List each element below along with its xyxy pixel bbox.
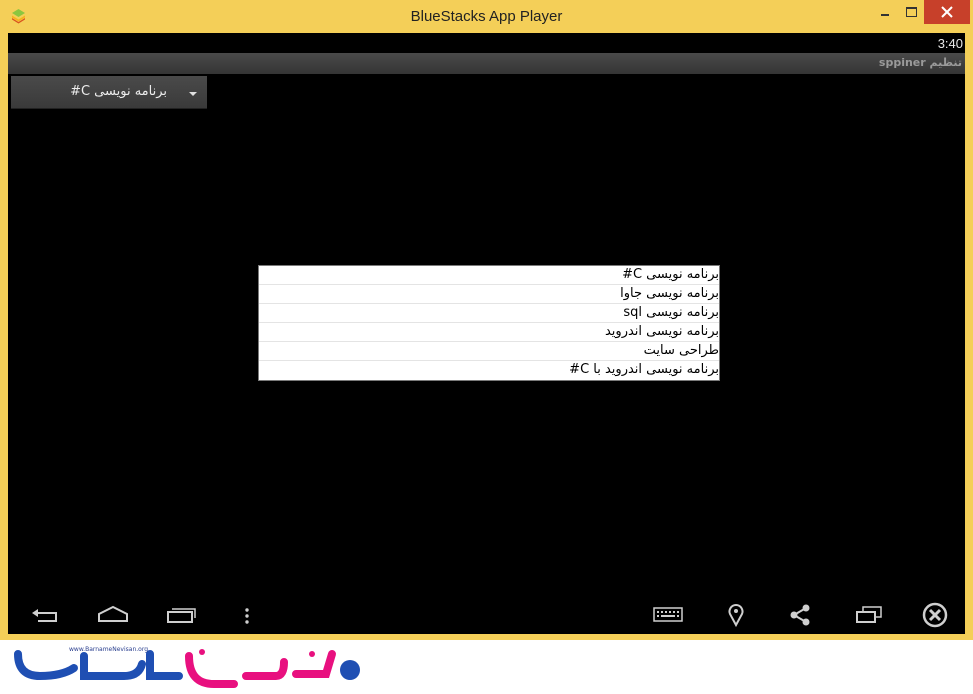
spinner-dropdown-list: برنامه نویسی C# برنامه نویسی جاوا برنامه… (258, 265, 720, 381)
maximize-button[interactable] (898, 0, 924, 24)
dropdown-item[interactable]: برنامه نویسی اندروید (259, 323, 719, 342)
rotate-screen-button[interactable] (854, 599, 884, 629)
menu-dots-icon (245, 608, 249, 624)
keyboard-icon (653, 607, 683, 622)
close-app-button[interactable] (920, 599, 950, 629)
minimize-button[interactable] (872, 0, 898, 24)
home-icon (98, 605, 128, 622)
window-title: BlueStacks App Player (410, 8, 563, 25)
dropdown-item-label: برنامه نویسی جاوا (620, 286, 719, 301)
bluestacks-window: BlueStacks App Player 3:40 تنظیم sppiner… (0, 0, 973, 640)
dropdown-item-label: برنامه نویسی اندروید (604, 324, 719, 339)
barnamenevisan-logo-icon (14, 649, 360, 688)
dropdown-arrow-icon (189, 92, 197, 96)
dropdown-item[interactable]: طراحی سایت (259, 342, 719, 361)
watermark-url: www.BarnameNevisan.org (69, 646, 148, 653)
back-button[interactable] (30, 599, 62, 629)
action-bar: تنظیم sppiner (8, 53, 965, 74)
spinner[interactable]: برنامه نویسی C# (11, 76, 207, 109)
location-icon (728, 604, 744, 628)
status-clock: 3:40 (937, 36, 963, 51)
keyboard-button[interactable] (652, 599, 684, 629)
dropdown-item-label: برنامه نویسی sql (623, 305, 719, 320)
recent-apps-icon (167, 608, 196, 623)
dropdown-item[interactable]: برنامه نویسی C# (259, 266, 719, 285)
close-window-button[interactable] (924, 0, 970, 24)
close-app-icon (922, 602, 948, 628)
watermark-logo: www.BarnameNevisan.org (14, 646, 364, 690)
screen-rotate-icon (856, 606, 882, 623)
activity-title: تنظیم sppiner (878, 56, 962, 69)
dropdown-item[interactable]: برنامه نویسی جاوا (259, 285, 719, 304)
spinner-selected-value: برنامه نویسی C# (70, 84, 167, 99)
home-button[interactable] (96, 599, 130, 629)
status-bar: 3:40 (8, 33, 965, 53)
share-button[interactable] (788, 599, 812, 629)
location-button[interactable] (726, 599, 746, 629)
dropdown-item[interactable]: برنامه نویسی sql (259, 304, 719, 323)
menu-button[interactable] (238, 599, 256, 629)
share-icon (790, 604, 810, 626)
navigation-bar (8, 593, 965, 634)
dropdown-item[interactable]: برنامه نویسی اندروید با C# (259, 361, 719, 380)
android-screen[interactable]: 3:40 تنظیم sppiner برنامه نویسی C# برنام… (8, 33, 965, 634)
dropdown-item-label: برنامه نویسی C# (622, 267, 719, 282)
dropdown-item-label: طراحی سایت (643, 343, 719, 358)
dropdown-item-label: برنامه نویسی اندروید با C# (569, 362, 719, 377)
title-bar[interactable]: BlueStacks App Player (0, 0, 973, 32)
recent-apps-button[interactable] (164, 599, 198, 629)
close-icon (941, 6, 953, 18)
back-icon (32, 609, 57, 622)
